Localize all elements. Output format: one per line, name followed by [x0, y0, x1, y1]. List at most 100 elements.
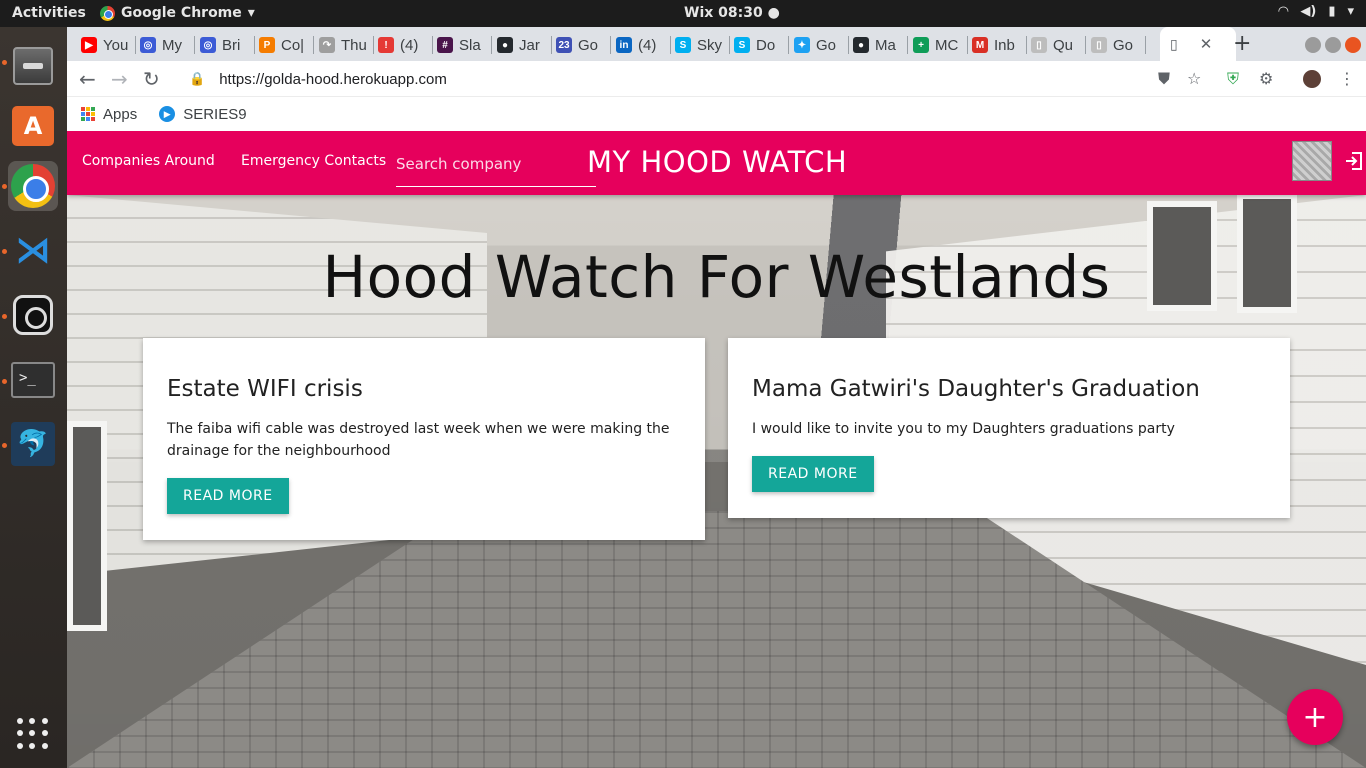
browser-tab[interactable]: ● Ma — [853, 34, 903, 56]
search-company-field — [396, 149, 596, 187]
browser-toolbar: ← → ↻ 🔒 https://golda-hood.herokuapp.com… — [67, 61, 1366, 97]
browser-tab[interactable]: ▶ You — [81, 34, 131, 56]
tab-strip: ▯ ✕ + ▶ You ◎ My ◎ Bri P Co| ↷ Thu! (4) # Sla ● Jar 23 G… — [67, 27, 1366, 61]
system-top-bar: Activities Google Chrome ▾ Wix 08:30 ● ◠… — [0, 0, 1366, 27]
forward-icon[interactable]: → — [111, 67, 128, 91]
software-store-icon: A — [12, 106, 54, 146]
browser-tab[interactable]: ✦ Go — [794, 34, 844, 56]
tab-favicon-icon: # — [437, 37, 453, 53]
reload-icon[interactable]: ↻ — [143, 67, 160, 91]
blocked-content-icon[interactable]: ⛊ — [1158, 69, 1170, 89]
address-bar[interactable]: 🔒 https://golda-hood.herokuapp.com — [177, 64, 1237, 94]
browser-tab[interactable]: P Co| — [259, 34, 309, 56]
browser-tab[interactable]: ● Jar — [497, 34, 547, 56]
read-more-button[interactable]: READ MORE — [167, 478, 289, 514]
tab-separator — [729, 36, 730, 54]
browser-tab[interactable]: 23 Go — [556, 34, 606, 56]
browser-tab[interactable]: ◎ Bri — [200, 34, 250, 56]
tab-active[interactable]: ▯ ✕ — [1160, 27, 1236, 61]
post-title: Mama Gatwiri's Daughter's Graduation — [752, 376, 1200, 402]
tab-favicon-icon: ◎ — [200, 37, 216, 53]
logout-icon[interactable] — [1344, 151, 1364, 171]
post-body: I would like to invite you to my Daughte… — [752, 421, 1175, 437]
close-window-button[interactable] — [1345, 37, 1361, 53]
search-company-input[interactable] — [396, 149, 596, 179]
app-name: Google Chrome — [121, 5, 242, 21]
vscode-launcher[interactable]: ⋊ — [8, 225, 58, 275]
tab-separator — [1026, 36, 1027, 54]
tab-favicon-icon: 23 — [556, 37, 572, 53]
apps-grid-icon — [81, 107, 95, 121]
system-tray[interactable]: ◠ ◀) ▮ ▾ — [1278, 4, 1354, 19]
close-tab-icon[interactable]: ✕ — [1200, 35, 1213, 53]
tab-label: (4) — [400, 36, 419, 54]
hero-title: Hood Watch For Westlands — [322, 243, 1111, 311]
browser-tab[interactable]: S Sky — [675, 34, 725, 56]
tab-separator — [313, 36, 314, 54]
browser-tab[interactable]: M Inb — [972, 34, 1022, 56]
add-post-button[interactable]: + — [1287, 689, 1343, 745]
browser-tab[interactable]: ! (4) — [378, 34, 428, 56]
running-indicator — [2, 314, 7, 319]
chevron-down-icon: ▾ — [247, 5, 255, 21]
files-launcher[interactable] — [8, 41, 58, 91]
clock[interactable]: Wix 08:30 ● — [684, 5, 780, 21]
shield-extension-icon[interactable]: ⛨ — [1227, 69, 1239, 89]
vscode-icon: ⋊ — [15, 229, 51, 271]
browser-tab[interactable]: in (4) — [616, 34, 666, 56]
terminal-launcher[interactable]: >_ — [8, 355, 58, 405]
maximize-button[interactable] — [1325, 37, 1341, 53]
lock-icon: 🔒 — [189, 71, 206, 86]
user-avatar[interactable] — [1292, 141, 1332, 181]
tab-separator — [848, 36, 849, 54]
extension-icon[interactable]: ⚙ — [1259, 69, 1273, 88]
browser-tab[interactable]: ▯ Go — [1091, 34, 1141, 56]
show-applications-button[interactable] — [8, 709, 58, 759]
terminal-icon: >_ — [11, 362, 55, 398]
post-body: The faiba wifi cable was destroyed last … — [167, 421, 670, 459]
tab-favicon-icon: ✦ — [794, 37, 810, 53]
running-indicator — [2, 443, 7, 448]
volume-icon: ◀) — [1300, 4, 1317, 19]
tab-separator — [432, 36, 433, 54]
browser-tab[interactable]: ◎ My — [140, 34, 190, 56]
tab-separator — [491, 36, 492, 54]
browser-tab[interactable]: ↷ Thu — [319, 34, 369, 56]
activities-button[interactable]: Activities — [12, 5, 86, 21]
menu-icon[interactable]: ⋮ — [1339, 69, 1355, 88]
post-card: Mama Gatwiri's Daughter's Graduation I w… — [728, 338, 1290, 518]
app-menu[interactable]: Google Chrome ▾ — [100, 5, 255, 21]
browser-tab[interactable]: + MC — [913, 34, 963, 56]
bookmark-star-icon[interactable]: ☆ — [1187, 69, 1201, 88]
browser-tab[interactable]: ▯ Qu — [1031, 34, 1081, 56]
minimize-button[interactable] — [1305, 37, 1321, 53]
tab-favicon-icon: ▯ — [1031, 37, 1047, 53]
software-launcher[interactable]: A — [8, 101, 58, 151]
back-icon[interactable]: ← — [79, 67, 96, 91]
profile-avatar[interactable] — [1303, 70, 1321, 88]
apps-bookmark[interactable]: Apps — [81, 106, 137, 123]
site-brand[interactable]: MY HOOD WATCH — [587, 145, 847, 179]
post-card: Estate WIFI crisis The faiba wifi cable … — [143, 338, 705, 540]
nav-companies-around[interactable]: Companies Around — [82, 153, 215, 169]
tab-separator — [1145, 36, 1146, 54]
tab-separator — [907, 36, 908, 54]
read-more-button[interactable]: READ MORE — [752, 456, 874, 492]
browser-tab[interactable]: # Sla — [437, 34, 487, 56]
new-tab-button[interactable]: + — [1233, 31, 1251, 56]
tab-favicon-icon: M — [972, 37, 988, 53]
background-window — [67, 421, 107, 631]
tab-favicon-icon: in — [616, 37, 632, 53]
tab-label: My — [162, 36, 182, 54]
tab-favicon-icon: ● — [497, 37, 513, 53]
camera-launcher[interactable] — [8, 290, 58, 340]
site-navbar: Companies Around Emergency Contacts MY H… — [67, 131, 1366, 195]
tab-separator — [254, 36, 255, 54]
browser-tab[interactable]: S Do — [734, 34, 784, 56]
mysql-workbench-launcher[interactable]: 🐬 — [8, 419, 58, 469]
tab-separator — [551, 36, 552, 54]
series9-label: SERIES9 — [183, 105, 247, 123]
series9-bookmark[interactable]: ▶ SERIES9 — [159, 105, 247, 123]
nav-emergency-contacts[interactable]: Emergency Contacts — [241, 153, 386, 169]
chrome-launcher[interactable] — [8, 161, 58, 211]
